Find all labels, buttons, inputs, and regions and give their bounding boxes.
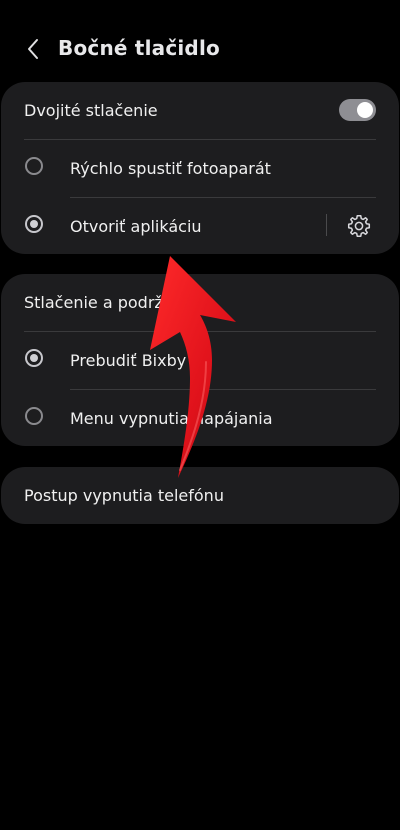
option-open-app[interactable]: Otvoriť aplikáciu xyxy=(1,198,399,255)
option-quick-launch-camera[interactable]: Rýchlo spustiť fotoaparát xyxy=(1,140,399,197)
double-press-title: Dvojité stlačenie xyxy=(24,101,158,120)
shutdown-procedure-card[interactable]: Postup vypnutia telefónu xyxy=(1,467,399,524)
option-label: Otvoriť aplikáciu xyxy=(70,217,202,236)
radio-power-off-menu[interactable] xyxy=(25,407,43,425)
open-app-settings-button[interactable] xyxy=(344,211,374,241)
shutdown-procedure-label: Postup vypnutia telefónu xyxy=(24,486,224,505)
toggle-knob xyxy=(357,102,373,118)
radio-wake-bixby[interactable] xyxy=(25,349,43,367)
double-press-toggle-row[interactable]: Dvojité stlačenie xyxy=(1,82,399,139)
chevron-left-icon xyxy=(28,39,38,59)
gear-icon xyxy=(347,214,371,238)
radio-quick-launch-camera[interactable] xyxy=(25,157,43,175)
option-label: Menu vypnutia napájania xyxy=(70,409,273,428)
back-button[interactable] xyxy=(18,34,48,64)
option-wake-bixby[interactable]: Prebudiť Bixby xyxy=(1,332,399,389)
option-label: Prebudiť Bixby xyxy=(70,351,187,370)
vertical-separator xyxy=(326,214,327,236)
radio-open-app[interactable] xyxy=(25,215,43,233)
press-hold-header: Stlačenie a podrž xyxy=(1,274,399,331)
option-power-off-menu[interactable]: Menu vypnutia napájania xyxy=(1,390,399,447)
press-hold-title: Stlačenie a podrž xyxy=(24,293,163,312)
option-label: Rýchlo spustiť fotoaparát xyxy=(70,159,271,178)
double-press-toggle[interactable] xyxy=(339,99,376,121)
page-title: Bočné tlačidlo xyxy=(58,36,220,60)
press-hold-card: Stlačenie a podrž Prebudiť Bixby Menu vy… xyxy=(1,274,399,446)
double-press-card: Dvojité stlačenie Rýchlo spustiť fotoapa… xyxy=(1,82,399,254)
